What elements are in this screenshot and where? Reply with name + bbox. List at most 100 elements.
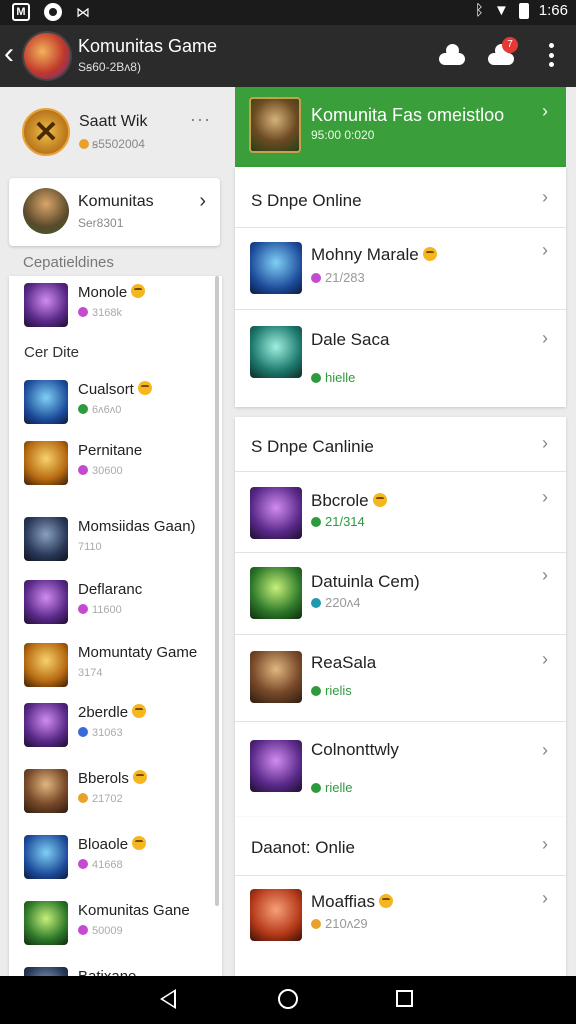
list-item-name: Deflaranc bbox=[78, 581, 143, 598]
game-thumbnail bbox=[24, 517, 68, 561]
list-item[interactable]: Cualsort 6ᴧ6ᴧ0 bbox=[9, 373, 214, 433]
list-item-meta: 21/283 bbox=[311, 270, 365, 285]
chevron-right-icon: › bbox=[199, 190, 206, 212]
profile-header[interactable]: ✕ Saatt Wik ꞩ5502004 ··· bbox=[0, 87, 230, 175]
list-item-name: Datuinla Cem) bbox=[311, 572, 420, 591]
sync-icon bbox=[44, 3, 62, 21]
status-dot-icon bbox=[311, 783, 321, 793]
nav-recents-icon[interactable] bbox=[396, 990, 413, 1007]
scrollbar[interactable] bbox=[215, 276, 219, 906]
game-thumbnail bbox=[24, 441, 68, 485]
list-item[interactable]: Moaffias 210ᴧ29 › bbox=[235, 875, 566, 976]
list-item-name: ReaSala bbox=[311, 653, 377, 672]
list-item-name: Colnonttwly bbox=[311, 740, 399, 759]
chevron-right-icon: › bbox=[542, 834, 548, 854]
media-icon: ⋈ bbox=[76, 3, 90, 20]
list-item[interactable]: Dale Saca hielle › bbox=[235, 309, 566, 407]
list-item[interactable]: Bberols 21702 bbox=[9, 762, 214, 822]
list-item-name: Batixane bbox=[78, 968, 136, 976]
cloud-icon[interactable] bbox=[437, 43, 465, 67]
list-item[interactable]: Mohny Marale 21/283 › bbox=[235, 227, 566, 309]
list-item[interactable]: Komunitas Gane 50009 bbox=[9, 894, 214, 954]
profile-more-icon[interactable]: ··· bbox=[190, 109, 211, 130]
chevron-right-icon: › bbox=[542, 740, 548, 760]
section-heading[interactable]: S Dnpe Online bbox=[251, 191, 362, 211]
list-item[interactable]: ReaSala rielis › bbox=[235, 634, 566, 721]
game-thumbnail bbox=[24, 283, 68, 327]
notification-icon[interactable]: 7 bbox=[486, 37, 518, 67]
game-thumbnail bbox=[250, 567, 302, 619]
list-item-name: Bberols bbox=[78, 770, 147, 787]
game-thumbnail bbox=[250, 487, 302, 539]
left-subheading: Cer Dite bbox=[24, 344, 80, 361]
game-thumbnail bbox=[250, 740, 302, 792]
section-heading[interactable]: S Dnpe Canlinie bbox=[251, 437, 374, 457]
list-item[interactable]: 2berdle 31063 bbox=[9, 696, 214, 756]
list-item[interactable]: Colnonttwly rielle › bbox=[235, 721, 566, 817]
list-item[interactable]: Momsiidas Gaan) 7110 bbox=[9, 510, 214, 570]
nav-home-icon[interactable] bbox=[278, 989, 298, 1009]
list-item[interactable]: Batixane bbox=[9, 960, 214, 976]
app-subtitle: Sꞩ60-2Bᴧ8) bbox=[78, 60, 141, 74]
status-dot-icon bbox=[311, 373, 321, 383]
coin-icon bbox=[79, 139, 89, 149]
emoji-icon bbox=[422, 247, 437, 261]
game-thumbnail bbox=[24, 380, 68, 424]
list-item[interactable]: Momuntaty Game 3174 bbox=[9, 636, 214, 696]
list-item-name: Bbcrole bbox=[311, 491, 387, 511]
list-item-meta: 210ᴧ29 bbox=[311, 916, 368, 931]
community-meta: Ser8301 bbox=[78, 216, 124, 230]
list-item-meta: 21/314 bbox=[311, 514, 365, 529]
chevron-right-icon: › bbox=[542, 101, 548, 121]
featured-community[interactable]: Komunita Fas omeistloo 95:00 0:020 › bbox=[235, 87, 566, 167]
community-avatar[interactable] bbox=[22, 31, 72, 81]
game-thumbnail bbox=[250, 651, 302, 703]
list-item-name: Bloaole bbox=[78, 836, 147, 853]
chevron-right-icon: › bbox=[542, 649, 548, 669]
status-dot-icon bbox=[78, 859, 88, 869]
list-item-name: 2berdle bbox=[78, 704, 147, 721]
list-item-name: Komunitas Gane bbox=[78, 902, 190, 919]
community-thumbnail bbox=[23, 188, 69, 234]
list-item[interactable]: Monole 3168k bbox=[9, 276, 214, 336]
game-thumbnail bbox=[24, 901, 68, 945]
game-thumbnail bbox=[24, 769, 68, 813]
list-item-name: Mohny Marale bbox=[311, 245, 437, 265]
list-item[interactable]: Bbcrole 21/314 › bbox=[235, 471, 566, 552]
emoji-icon bbox=[372, 493, 387, 507]
featured-meta: 95:00 0:020 bbox=[311, 128, 375, 142]
list-item-meta: rielle bbox=[311, 780, 352, 795]
game-thumbnail bbox=[250, 326, 302, 378]
list-item-name: Monole bbox=[78, 284, 146, 301]
app-title: Komunitas Game bbox=[78, 36, 218, 56]
back-arrow-icon[interactable]: ‹ bbox=[4, 39, 14, 69]
list-item[interactable]: Bloaole 41668 bbox=[9, 828, 214, 888]
chevron-right-icon: › bbox=[542, 888, 548, 908]
list-item-meta: 6ᴧ6ᴧ0 bbox=[78, 404, 121, 416]
emoji-icon bbox=[132, 836, 147, 850]
community-card[interactable]: Komunitas Ser8301 › bbox=[9, 178, 220, 246]
online-section-card: S Dnpe Online › Mohny Marale 21/283 › Dale Sa… bbox=[235, 167, 566, 407]
left-section-label: Cepatieldines bbox=[23, 254, 114, 271]
status-dot-icon bbox=[311, 919, 321, 929]
chevron-right-icon: › bbox=[542, 328, 548, 348]
list-item[interactable]: Deflaranc 11600 bbox=[9, 573, 214, 633]
status-dot-icon bbox=[78, 727, 88, 737]
more-options-icon[interactable] bbox=[548, 43, 554, 67]
online-section-card-2: S Dnpe Canlinie › Bbcrole 21/314 › Datuinla C… bbox=[235, 417, 566, 817]
list-item-meta: 41668 bbox=[78, 859, 123, 871]
game-thumbnail bbox=[250, 889, 302, 941]
app-notification-icon: M bbox=[12, 3, 30, 21]
list-item-name: Momsiidas Gaan) bbox=[78, 518, 196, 535]
status-time: 1:66 bbox=[538, 2, 568, 19]
featured-name: Komunita Fas omeistloo bbox=[311, 105, 505, 125]
chevron-right-icon: › bbox=[542, 187, 548, 207]
chevron-right-icon: › bbox=[542, 565, 548, 585]
list-item[interactable]: Pernitane 30600 bbox=[9, 434, 214, 494]
left-game-list: Monole 3168k Cualsort 6ᴧ6ᴧ0 Pernitane 30600 Mo… bbox=[9, 276, 222, 976]
section-heading[interactable]: Daanot: Onlie bbox=[251, 838, 355, 858]
online-section-card-3: Daanot: Onlie › Moaffias 210ᴧ29 › bbox=[235, 817, 566, 976]
list-item[interactable]: Datuinla Cem) 220ᴧ4 › bbox=[235, 552, 566, 634]
status-bar: M ⋈ ᛒ ▼ 1:66 bbox=[0, 0, 576, 25]
nav-back-icon[interactable] bbox=[160, 989, 176, 1009]
